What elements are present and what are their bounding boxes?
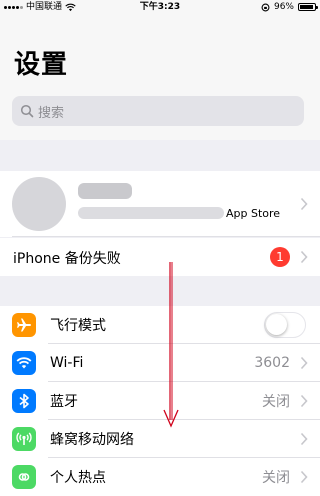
setting-row-airplane-mode[interactable]: 飞行模式 xyxy=(0,306,320,344)
setting-row-bluetooth[interactable]: 蓝牙 关闭 xyxy=(0,382,320,420)
backup-failed-label: iPhone 备份失败 xyxy=(13,251,121,267)
cellular-icon xyxy=(12,427,36,451)
chevron-right-icon xyxy=(300,197,308,211)
wifi-icon xyxy=(12,351,36,375)
bluetooth-icon xyxy=(12,389,36,413)
search-icon xyxy=(20,104,34,118)
status-bar: 中国联通 下午3:23 96% xyxy=(0,0,320,14)
personal-hotspot-value: 关闭 xyxy=(262,470,290,486)
bluetooth-label: 蓝牙 xyxy=(50,394,78,410)
chevron-right-icon xyxy=(300,250,308,264)
battery-percent: 96% xyxy=(273,2,294,12)
setting-row-personal-hotspot[interactable]: 个人热点 关闭 xyxy=(0,458,320,496)
battery-icon xyxy=(298,3,318,11)
airplane-icon xyxy=(12,313,36,337)
personal-hotspot-label: 个人热点 xyxy=(50,470,106,486)
setting-row-cellular[interactable]: 蜂窝移动网络 xyxy=(0,420,320,458)
toggle-knob xyxy=(266,314,287,335)
chevron-right-icon xyxy=(300,356,308,370)
airplane-mode-toggle[interactable] xyxy=(264,312,306,338)
blurred-account-name xyxy=(78,183,132,199)
hotspot-icon xyxy=(12,465,36,489)
search-placeholder: 搜索 xyxy=(38,105,65,121)
apple-id-row[interactable]: App Store xyxy=(0,171,320,237)
cellular-label: 蜂窝移动网络 xyxy=(50,432,134,448)
setting-row-wifi[interactable]: Wi-Fi 3602 xyxy=(0,344,320,382)
chevron-right-icon xyxy=(300,432,308,446)
backup-failed-row[interactable]: iPhone 备份失败 1 xyxy=(0,238,320,276)
chevron-right-icon xyxy=(300,470,308,484)
page-title: 设置 xyxy=(14,50,69,80)
divider xyxy=(12,236,320,237)
rotation-lock-icon xyxy=(261,3,270,11)
wifi-value: 3602 xyxy=(254,355,290,371)
chevron-right-icon xyxy=(300,394,308,408)
avatar xyxy=(12,177,66,231)
app-store-label: App Store xyxy=(226,207,281,220)
airplane-mode-label: 飞行模式 xyxy=(50,318,106,334)
wifi-label: Wi-Fi xyxy=(50,355,84,371)
bluetooth-value: 关闭 xyxy=(262,394,290,410)
blurred-account-subtitle xyxy=(78,207,224,219)
status-right: 96% xyxy=(261,0,318,14)
notification-badge: 1 xyxy=(270,247,290,267)
search-bar[interactable]: 搜索 xyxy=(12,96,304,126)
